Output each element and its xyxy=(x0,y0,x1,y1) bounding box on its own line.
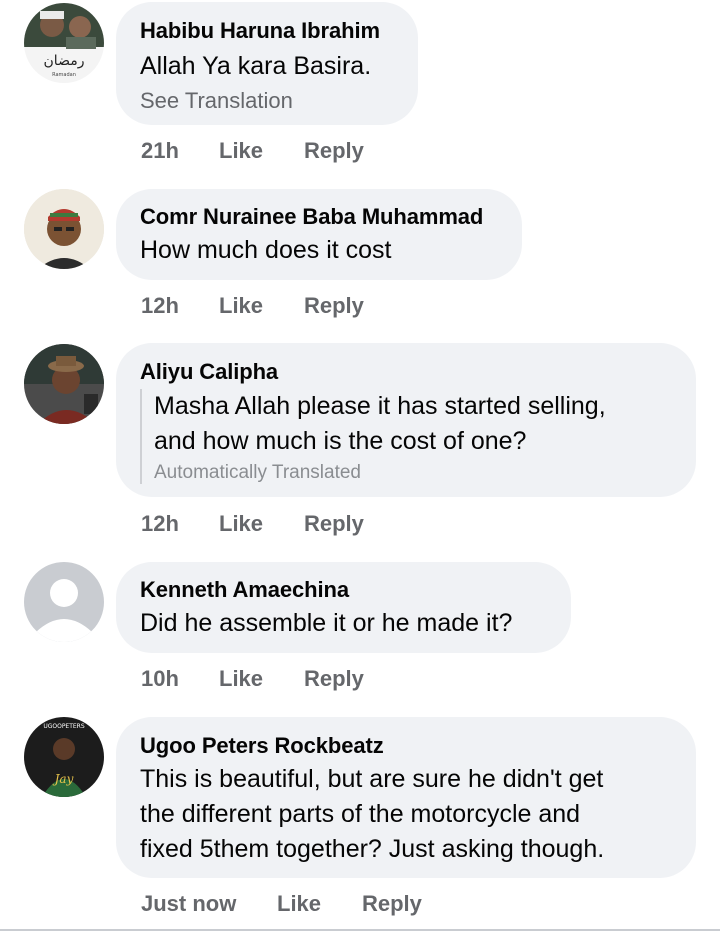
comment-text-line: fixed 5them together? Just asking though… xyxy=(140,835,605,863)
comment-actions: 21h Like Reply xyxy=(141,138,364,164)
comment-actions: Just now Like Reply xyxy=(141,891,422,917)
comment-time[interactable]: 12h xyxy=(141,293,219,319)
reply-button[interactable]: Reply xyxy=(304,511,364,537)
comment-text-line: and how much is the cost of one? xyxy=(154,427,527,455)
like-button[interactable]: Like xyxy=(219,511,304,537)
comment-time[interactable]: 21h xyxy=(141,138,219,164)
reply-button[interactable]: Reply xyxy=(304,666,364,692)
reply-button[interactable]: Reply xyxy=(304,293,364,319)
comment-actions: 12h Like Reply xyxy=(141,293,364,319)
comment-author[interactable]: Comr Nurainee Baba Muhammad xyxy=(140,204,483,230)
like-button[interactable]: Like xyxy=(277,891,362,917)
comment-text: How much does it cost xyxy=(140,236,392,264)
comment-bubble[interactable]: Aliyu Calipha Masha Allah please it has … xyxy=(116,343,696,497)
ramadan-logo-text: رمضان xyxy=(44,53,85,69)
comment-actions: 12h Like Reply xyxy=(141,511,364,537)
like-button[interactable]: Like xyxy=(219,293,304,319)
avatar[interactable] xyxy=(24,562,104,642)
comment-text-line: This is beautiful, but are sure he didn'… xyxy=(140,765,604,793)
comment-bubble[interactable]: Kenneth Amaechina Did he assemble it or … xyxy=(116,562,571,653)
translated-quote: Masha Allah please it has started sellin… xyxy=(140,389,606,484)
profile-photo-artist-icon: UGOOPETERS Jay xyxy=(24,717,104,797)
comment-time[interactable]: 10h xyxy=(141,666,219,692)
comment-text-line: Masha Allah please it has started sellin… xyxy=(154,392,606,420)
auto-translated-label: Automatically Translated xyxy=(154,462,361,483)
comment-author[interactable]: Ugoo Peters Rockbeatz xyxy=(140,733,384,759)
profile-photo-man-hat-icon xyxy=(24,344,104,424)
reply-button[interactable]: Reply xyxy=(362,891,422,917)
avatar[interactable]: رمضان Ramadan xyxy=(24,3,104,83)
like-button[interactable]: Like xyxy=(219,666,304,692)
comment-time[interactable]: 12h xyxy=(141,511,219,537)
comment-actions: 10h Like Reply xyxy=(141,666,364,692)
see-translation-link[interactable]: See Translation xyxy=(140,88,293,114)
ramadan-small-text: Ramadan xyxy=(52,72,76,78)
avatar[interactable] xyxy=(24,189,104,269)
like-button[interactable]: Like xyxy=(219,138,304,164)
avatar[interactable] xyxy=(24,344,104,424)
comment-bubble[interactable]: Ugoo Peters Rockbeatz This is beautiful,… xyxy=(116,717,696,878)
default-avatar-icon xyxy=(24,562,104,642)
avatar[interactable]: UGOOPETERS Jay xyxy=(24,717,104,797)
comment-time[interactable]: Just now xyxy=(141,891,277,917)
comment-author[interactable]: Kenneth Amaechina xyxy=(140,577,349,603)
profile-photo-ramadan-banner-icon: رمضان Ramadan xyxy=(24,3,104,83)
comment-author[interactable]: Aliyu Calipha xyxy=(140,359,278,385)
comment-text: Did he assemble it or he made it? xyxy=(140,609,513,637)
reply-button[interactable]: Reply xyxy=(304,138,364,164)
comment-text: Allah Ya kara Basira. xyxy=(140,52,372,80)
comment-bubble[interactable]: Habibu Haruna Ibrahim Allah Ya kara Basi… xyxy=(116,2,418,125)
avatar-signature: Jay xyxy=(52,772,74,786)
comment-author[interactable]: Habibu Haruna Ibrahim xyxy=(140,18,380,44)
comment-bubble[interactable]: Comr Nurainee Baba Muhammad How much doe… xyxy=(116,189,522,280)
avatar-caption: UGOOPETERS xyxy=(43,723,85,730)
profile-photo-man-cap-icon xyxy=(24,189,104,269)
comment-text-line: the different parts of the motorcycle an… xyxy=(140,800,581,828)
